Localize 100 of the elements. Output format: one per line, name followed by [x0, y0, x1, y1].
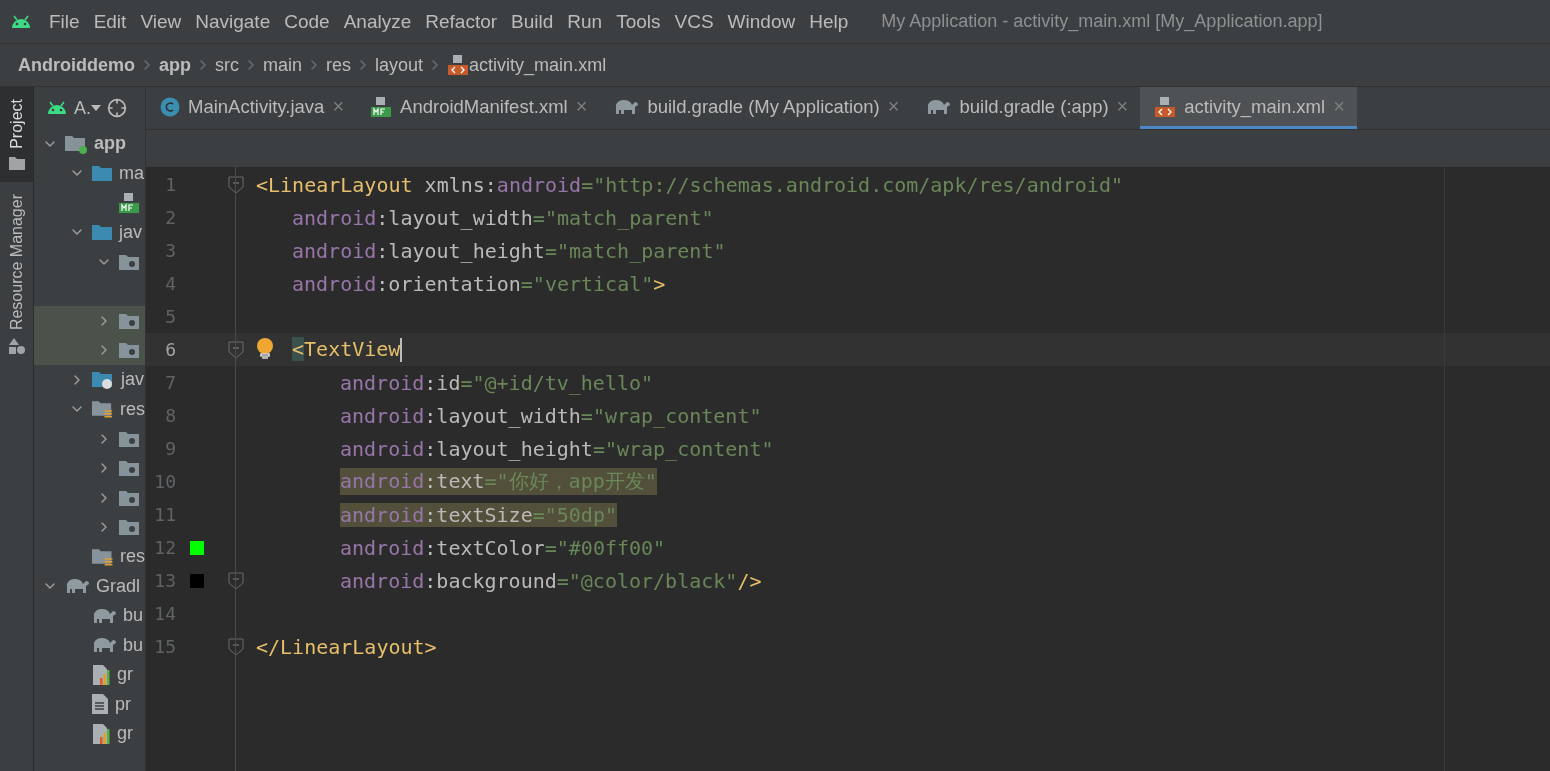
lightbulb-icon[interactable]: [256, 337, 274, 362]
manifest-file-icon: [118, 191, 140, 214]
shapes-icon: [8, 337, 25, 354]
tree-row[interactable]: res: [34, 394, 145, 424]
elephant-icon: [925, 97, 952, 116]
tree-row[interactable]: pr: [34, 689, 145, 719]
breadcrumb[interactable]: activity_main.xml: [469, 54, 607, 76]
breadcrumb[interactable]: src: [215, 54, 239, 76]
tree-label: gr: [117, 723, 133, 745]
line-number: 12: [153, 537, 176, 558]
manifest-file-icon: [370, 95, 393, 118]
tree-row[interactable]: bu: [34, 630, 145, 660]
menu-item[interactable]: Window: [720, 10, 803, 33]
color-swatch[interactable]: [190, 540, 204, 555]
folder-icon: [91, 223, 113, 242]
color-swatch[interactable]: [190, 573, 204, 588]
tree-row[interactable]: gr: [34, 660, 145, 690]
code-line: android:layout_width="match_parent": [292, 205, 714, 230]
menu-item[interactable]: Tools: [609, 10, 668, 33]
elephant-icon: [64, 577, 90, 596]
package-icon: [118, 518, 140, 537]
package-icon: [118, 429, 140, 448]
text-file-icon: [91, 693, 109, 716]
editor-tab[interactable]: AndroidManifest.xml ×: [356, 87, 600, 129]
tree-row[interactable]: [34, 335, 145, 365]
line-number: 11: [153, 504, 176, 525]
tree-row[interactable]: ma: [34, 158, 145, 188]
tree-label: res: [120, 398, 145, 420]
line-number: 15: [153, 636, 176, 657]
window-title: My Application - activity_main.xml [My_Application.app]: [881, 11, 1323, 32]
tool-window-tab[interactable]: Project: [0, 87, 33, 182]
menu-item[interactable]: Edit: [86, 10, 134, 33]
tree-row[interactable]: jav: [34, 217, 145, 247]
code-line: <TextView: [292, 336, 403, 363]
breadcrumb[interactable]: layout: [375, 54, 424, 76]
line-number: 6: [164, 339, 176, 360]
tree-row[interactable]: gr: [34, 719, 145, 749]
tree-row[interactable]: app: [34, 129, 145, 159]
tree-label: res: [120, 546, 145, 568]
package-icon: [118, 252, 140, 271]
menu-item[interactable]: View: [133, 10, 189, 33]
xml-file-icon: [1154, 95, 1177, 118]
tree-label: app: [94, 133, 126, 155]
folder-icon: [8, 156, 25, 170]
editor-tab[interactable]: build.gradle (:app) ×: [911, 87, 1141, 129]
menu-item[interactable]: Run: [560, 10, 610, 33]
class-icon: [160, 96, 180, 117]
view-selector[interactable]: A.: [74, 97, 101, 119]
line-number: 5: [164, 306, 176, 327]
code-line: android:orientation="vertical">: [292, 271, 666, 296]
breadcrumb[interactable]: res: [326, 54, 352, 76]
folder-icon: [91, 164, 113, 183]
code-line: android:layout_height="wrap_content": [340, 436, 774, 461]
tree-label: gr: [117, 664, 133, 686]
tree-row[interactable]: bu: [34, 601, 145, 631]
code-line: android:id="@+id/tv_hello": [340, 370, 654, 395]
tree-row[interactable]: jav: [34, 365, 145, 395]
menu-item[interactable]: Refactor: [418, 10, 505, 33]
tree-label: ma: [119, 162, 144, 184]
menu-item[interactable]: Help: [802, 10, 856, 33]
line-number: 2: [164, 207, 176, 228]
editor-tab[interactable]: MainActivity.java ×: [146, 87, 357, 129]
fold-icon[interactable]: [228, 571, 244, 590]
editor-tab[interactable]: activity_main.xml ×: [1140, 87, 1357, 129]
package-icon: [118, 459, 140, 478]
tool-window-tab[interactable]: Resource Manager: [0, 181, 33, 366]
menu-item[interactable]: VCS: [667, 10, 721, 33]
elephant-icon: [91, 606, 117, 625]
elephant-icon: [91, 636, 117, 655]
tree-label: jav: [121, 369, 144, 391]
fold-icon[interactable]: [228, 175, 244, 194]
generated-folder-icon: [91, 369, 115, 390]
tree-row[interactable]: Gradl: [34, 571, 145, 601]
code-line: android:layout_height="match_parent": [292, 238, 726, 263]
breadcrumb[interactable]: Androiddemo: [18, 54, 135, 76]
resource-folder-icon: [90, 546, 114, 567]
elephant-icon: [613, 97, 640, 116]
crosshair-icon[interactable]: [107, 98, 127, 118]
menu-item[interactable]: Analyze: [336, 10, 419, 33]
editor-tab[interactable]: build.gradle (My Application) ×: [599, 87, 912, 129]
fold-icon[interactable]: [228, 637, 244, 656]
menu-item[interactable]: Code: [277, 10, 337, 33]
menu-item[interactable]: Build: [504, 10, 561, 33]
android-icon: [10, 14, 32, 29]
menu-item[interactable]: File: [42, 10, 87, 33]
code-line: android:background="@color/black"/>: [340, 568, 762, 593]
breadcrumb[interactable]: app: [159, 54, 191, 76]
chart-file-icon: [91, 663, 111, 686]
tree-label: pr: [115, 693, 131, 715]
package-icon: [118, 311, 140, 330]
breadcrumb[interactable]: main: [263, 54, 303, 76]
line-number: 1: [164, 174, 176, 195]
menu-item[interactable]: Navigate: [188, 10, 278, 33]
tree-row[interactable]: res: [34, 542, 145, 572]
line-number: 14: [153, 603, 176, 624]
line-number: 4: [164, 273, 176, 294]
code-line: android:layout_width="wrap_content": [340, 403, 762, 428]
tree-row[interactable]: [34, 306, 145, 336]
package-icon: [118, 488, 140, 507]
tree-label: jav: [119, 221, 142, 243]
